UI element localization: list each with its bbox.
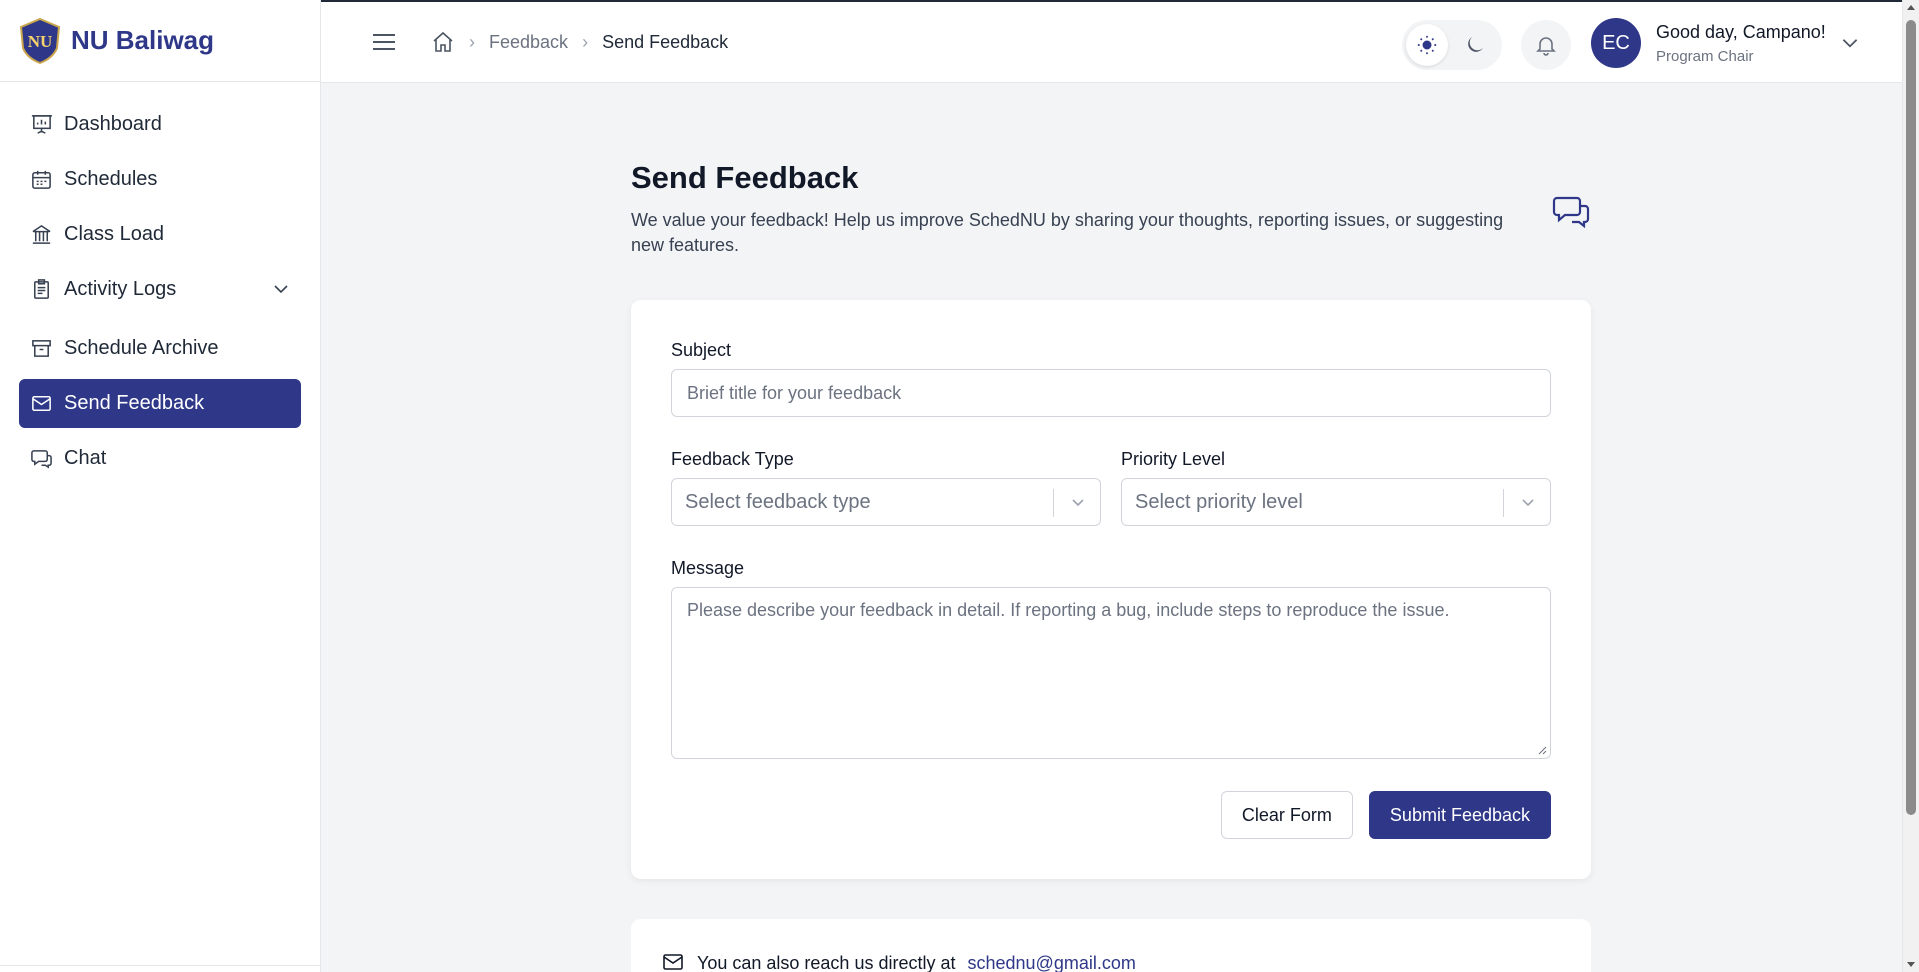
bell-icon [1536, 37, 1556, 56]
scroll-up-icon[interactable] [1907, 5, 1915, 10]
contact-text: You can also reach us directly at [697, 953, 956, 972]
dashboard-icon [29, 113, 53, 137]
sidebar-item-label: Dashboard [64, 113, 162, 135]
avatar[interactable]: EC [1591, 18, 1641, 68]
menu-icon[interactable] [371, 30, 397, 54]
sidebar-item-label: Schedules [64, 168, 158, 190]
feedback-type-field: Feedback Type Select feedback type [671, 449, 1101, 526]
archive-icon [29, 337, 53, 361]
moon-icon [1468, 37, 1483, 52]
page-description: We value your feedback! Help us improve … [631, 210, 1504, 255]
priority-level-label: Priority Level [1121, 449, 1226, 469]
chevron-down-icon[interactable] [1839, 32, 1861, 54]
sun-icon [1417, 35, 1437, 55]
subject-input[interactable]: Brief title for your feedback [671, 369, 1551, 417]
sidebar-item-chat[interactable]: Chat [19, 434, 301, 483]
notifications-button[interactable] [1521, 20, 1571, 70]
sidebar: NU NU Baliwag Dashboard Schedules Class … [0, 0, 321, 972]
light-mode-button[interactable] [1406, 24, 1448, 66]
sidebar-item-schedule-archive[interactable]: Schedule Archive [19, 324, 301, 373]
form-actions: Clear Form Submit Feedback [671, 791, 1551, 839]
sidebar-item-class-load[interactable]: Class Load [19, 210, 301, 259]
contact-email-link[interactable]: schednu@gmail.com [968, 953, 1136, 972]
clipboard-icon [29, 278, 53, 302]
scroll-down-icon[interactable] [1907, 962, 1915, 967]
page-scrollbar[interactable] [1902, 0, 1919, 972]
chevron-right-icon: › [582, 31, 589, 52]
sidebar-item-label: Class Load [64, 223, 165, 245]
user-greeting: Good day, Campano! [1656, 22, 1826, 42]
sidebar-item-schedules[interactable]: Schedules [19, 155, 301, 204]
building-icon [29, 223, 53, 247]
sidebar-item-label: Chat [64, 447, 107, 469]
breadcrumb-feedback[interactable]: Feedback [489, 32, 568, 53]
page-title: Send Feedback [631, 160, 859, 195]
message-textarea[interactable]: Please describe your feedback in detail.… [671, 587, 1551, 759]
select-divider [1053, 489, 1054, 517]
chat-icon [29, 447, 53, 471]
chevron-down-icon[interactable] [271, 279, 291, 299]
nu-logo-icon: NU [19, 17, 61, 64]
chevron-right-icon: › [469, 31, 475, 52]
priority-level-select[interactable]: Select priority level [1121, 478, 1551, 526]
sidebar-item-label: Schedule Archive [64, 337, 219, 359]
brand-name: NU Baliwag [71, 25, 215, 55]
breadcrumb-current: Send Feedback [602, 31, 729, 52]
chat-bubbles-icon [1552, 196, 1590, 229]
svg-text:NU: NU [28, 32, 53, 51]
priority-level-field: Priority Level Select priority level [1121, 449, 1551, 526]
main-content: Send Feedback We value your feedback! He… [631, 160, 1591, 972]
subject-label: Subject [671, 340, 732, 360]
home-icon[interactable] [431, 30, 455, 54]
clear-form-button[interactable]: Clear Form [1220, 791, 1353, 839]
breadcrumb: › Feedback › Send Feedback [431, 30, 728, 54]
scrollbar-thumb[interactable] [1906, 20, 1916, 815]
theme-toggle [1402, 20, 1502, 70]
mail-icon [29, 392, 53, 416]
feedback-form: Subject Brief title for your feedback Fe… [631, 300, 1591, 879]
top-header: › Feedback › Send Feedback EC Good day, … [321, 0, 1902, 83]
message-label: Message [671, 558, 745, 578]
sidebar-item-activity-logs[interactable]: Activity Logs [19, 265, 301, 314]
sidebar-item-send-feedback[interactable]: Send Feedback [19, 379, 301, 428]
chevron-down-icon [1522, 499, 1534, 507]
user-role: Program Chair [1656, 48, 1754, 65]
subject-placeholder: Brief title for your feedback [687, 382, 902, 403]
submit-feedback-button[interactable]: Submit Feedback [1368, 791, 1551, 839]
type-priority-row: Feedback Type Select feedback type Prior… [671, 449, 1551, 526]
sidebar-divider [0, 965, 320, 966]
feedback-type-select[interactable]: Select feedback type [671, 478, 1101, 526]
priority-level-placeholder: Select priority level [1135, 490, 1303, 513]
select-divider [1503, 489, 1504, 517]
calendar-icon [29, 168, 53, 192]
mail-icon [663, 954, 683, 970]
dark-mode-button[interactable] [1454, 24, 1496, 66]
feedback-type-label: Feedback Type [671, 449, 794, 469]
chevron-down-icon [1072, 499, 1084, 507]
brand[interactable]: NU NU Baliwag [0, 0, 320, 82]
contact-info: You can also reach us directly at schedn… [631, 919, 1591, 972]
sidebar-item-label: Activity Logs [64, 278, 177, 300]
message-field: Message Please describe your feedback in… [671, 558, 1551, 759]
sidebar-item-dashboard[interactable]: Dashboard [19, 100, 301, 149]
feedback-type-placeholder: Select feedback type [685, 490, 871, 513]
resize-handle-icon[interactable] [1537, 745, 1547, 755]
message-placeholder: Please describe your feedback in detail.… [687, 600, 1450, 620]
sidebar-item-label: Send Feedback [64, 392, 205, 414]
sidebar-nav: Dashboard Schedules Class Load Activity … [0, 82, 320, 507]
